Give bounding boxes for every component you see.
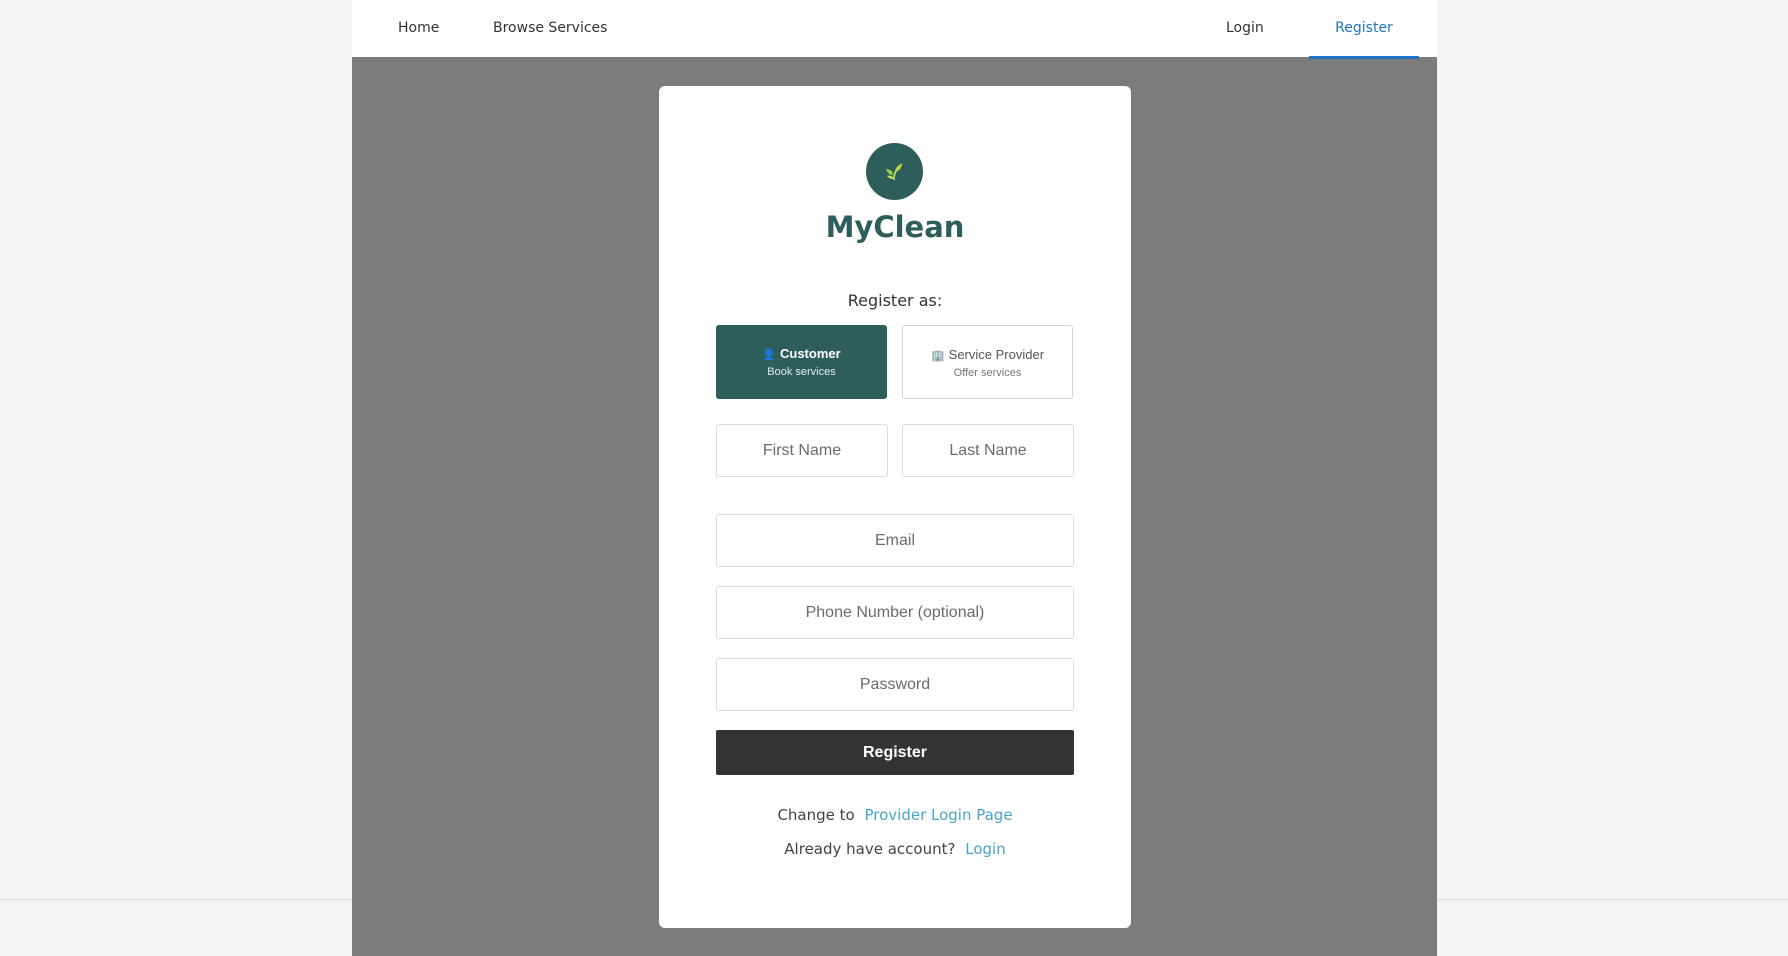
nav-browse-services-link[interactable]: Browse Services [493,0,607,57]
active-tab-indicator [1309,56,1419,59]
password-input[interactable] [716,658,1074,711]
role-customer-subtitle: Book services [767,366,836,378]
navbar: Home Browse Services Login Register [352,0,1437,59]
change-login-line: Change to Provider Login Page [659,806,1131,824]
last-name-input[interactable] [902,424,1074,477]
nav-register-link[interactable]: Register [1309,0,1419,57]
brand-name: MyClean [825,210,965,244]
register-button[interactable]: Register [716,730,1074,775]
change-to-text: Change to [777,806,855,824]
role-customer-option[interactable]: 👤 Customer Book services [716,325,887,399]
role-provider-subtitle: Offer services [953,367,1022,379]
role-customer-label: Customer [780,346,841,361]
role-provider-title: 🏢 Service Provider [903,347,1072,362]
have-account-text: Already have account? [784,840,956,858]
role-provider-option[interactable]: 🏢 Service Provider Offer services [902,325,1073,399]
email-input[interactable] [716,514,1074,567]
have-account-line: Already have account? Login [659,840,1131,858]
provider-login-link[interactable]: Provider Login Page [864,806,1012,824]
building-icon: 🏢 [930,350,945,362]
login-link[interactable]: Login [965,840,1005,858]
person-icon: 👤 [762,349,776,361]
role-provider-label: Service Provider [948,347,1045,362]
role-customer-title: 👤 Customer [716,346,887,361]
register-as-label: Register as: [847,291,943,310]
app-container: Home Browse Services Login Register MyCl… [352,0,1437,956]
nav-home-link[interactable]: Home [398,0,439,57]
register-card: MyClean Register as: 👤 Customer Book serv… [659,86,1131,928]
phone-input[interactable] [716,586,1074,639]
logo [866,143,923,200]
leaf-icon [886,163,903,181]
nav-login-link[interactable]: Login [1226,0,1264,57]
first-name-input[interactable] [716,424,888,477]
